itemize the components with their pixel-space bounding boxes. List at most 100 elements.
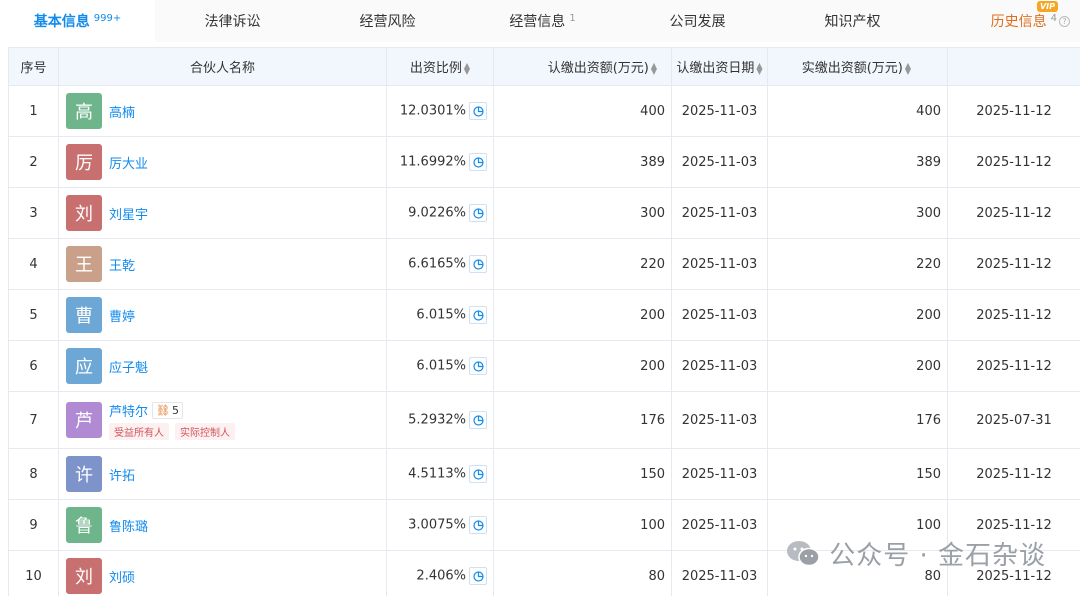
partner-name-link[interactable]: 鲁陈璐 — [109, 516, 148, 535]
paid-amount: 150 — [767, 448, 948, 500]
partner-cell: 应应子魁 — [58, 340, 387, 392]
avatar[interactable]: 许 — [66, 456, 102, 492]
tab-basic-info[interactable]: 基本信息 999+ — [0, 0, 155, 42]
row-number: 2 — [8, 136, 59, 188]
avatar[interactable]: 高 — [66, 93, 102, 129]
pie-chart-icon[interactable] — [469, 102, 487, 120]
ratio-value: 6.015% — [416, 307, 466, 323]
sort-icon[interactable]: ▲ ▼ — [756, 61, 762, 75]
subscribed-amount: 200 — [493, 340, 672, 392]
pie-chart-icon[interactable] — [469, 567, 487, 585]
row-number: 1 — [8, 85, 59, 137]
paid-amount: 389 — [767, 136, 948, 188]
paid-amount: 300 — [767, 187, 948, 239]
subscribed-amount: 100 — [493, 499, 672, 551]
avatar[interactable]: 刘 — [66, 558, 102, 594]
sort-icon[interactable]: ▲ ▼ — [651, 61, 657, 75]
avatar[interactable]: 王 — [66, 246, 102, 282]
partner-name-link[interactable]: 许拓 — [109, 465, 135, 484]
header-ratio-label: 出资比例 — [409, 61, 462, 76]
partner-name-link[interactable]: 王乾 — [109, 255, 135, 274]
watermark-text: 公众号 · 金石杂谈 — [829, 541, 1046, 571]
pie-chart-icon[interactable] — [469, 411, 487, 429]
ratio-value: 5.2932% — [408, 412, 466, 428]
subscribed-amount: 80 — [493, 550, 672, 596]
table-row: 4 王王乾 6.6165% 220 2025-11-03 220 2025-11-12 — [8, 238, 1080, 290]
header-name: 合伙人名称 — [58, 47, 387, 86]
partner-name-link[interactable]: 高楠 — [109, 102, 135, 121]
partner-table: 序号 合伙人名称 出资比例 ▲ ▼ 认缴出资额(万元) ▲ ▼ 认缴出资日期 ▲ ▼ 实缴出… — [8, 47, 1080, 596]
partner-name-link[interactable]: 刘硕 — [109, 567, 135, 586]
partner-name-link[interactable]: 厉大业 — [109, 153, 148, 172]
header-ratio[interactable]: 出资比例 ▲ ▼ — [386, 47, 494, 86]
pie-chart-icon[interactable] — [469, 204, 487, 222]
help-icon[interactable]: ? — [1059, 15, 1070, 27]
wechat-icon — [787, 540, 820, 566]
tab-ip[interactable]: 知识产权 — [775, 0, 930, 42]
tab-business-risk[interactable]: 经营风险 — [310, 0, 465, 42]
vip-badge: VIP — [1036, 1, 1058, 12]
relation-count: 5 — [171, 403, 179, 417]
partner-cell: 芦芦特尔 ⛓ 5 受益所有人 实际控制人 — [58, 391, 387, 449]
tab-history[interactable]: VIP 历史信息 4 ? — [930, 0, 1080, 42]
ratio-value: 11.6992% — [399, 154, 466, 170]
paid-date: 2025-11-12 — [947, 136, 1080, 188]
subscribed-date: 2025-11-03 — [671, 340, 768, 392]
ratio-value: 9.0226% — [408, 205, 466, 221]
ratio-cell: 2.406% — [386, 550, 494, 596]
ratio-value: 2.406% — [416, 568, 466, 584]
table-row: 3 刘刘星宇 9.0226% 300 2025-11-03 300 2025-11-12 — [8, 187, 1080, 239]
tab-label: 历史信息 — [990, 14, 1047, 30]
ratio-cell: 5.2932% — [386, 391, 494, 449]
pie-chart-icon[interactable] — [469, 306, 487, 324]
ratio-cell: 9.0226% — [386, 187, 494, 239]
pie-chart-icon[interactable] — [469, 153, 487, 171]
subscribed-amount: 300 — [493, 187, 672, 239]
role-tag: 受益所有人 — [109, 422, 169, 440]
ratio-cell: 4.5113% — [386, 448, 494, 500]
sort-icon[interactable]: ▲ ▼ — [464, 61, 470, 75]
ratio-value: 6.6165% — [408, 256, 466, 272]
ratio-cell: 6.015% — [386, 289, 494, 341]
pie-chart-icon[interactable] — [469, 465, 487, 483]
avatar[interactable]: 厉 — [66, 144, 102, 180]
paid-amount: 200 — [767, 289, 948, 341]
partner-name-link[interactable]: 芦特尔 — [109, 401, 148, 420]
role-tag: 实际控制人 — [175, 422, 235, 440]
ratio-value: 6.015% — [416, 358, 466, 374]
avatar[interactable]: 刘 — [66, 195, 102, 231]
pie-chart-icon[interactable] — [469, 357, 487, 375]
paid-date: 2025-11-12 — [947, 289, 1080, 341]
header-subscribed-label: 认缴出资额(万元) — [547, 61, 649, 76]
relation-badge[interactable]: ⛓ 5 — [152, 401, 183, 419]
paid-amount: 176 — [767, 391, 948, 449]
avatar[interactable]: 芦 — [66, 402, 102, 438]
subscribed-date: 2025-11-03 — [671, 136, 768, 188]
partner-name-link[interactable]: 刘星宇 — [109, 204, 148, 223]
tab-business-info[interactable]: 经营信息 1 — [465, 0, 620, 42]
partner-name-link[interactable]: 曹婷 — [109, 306, 135, 325]
partner-cell: 鲁鲁陈璐 — [58, 499, 387, 551]
row-number: 6 — [8, 340, 59, 392]
avatar[interactable]: 应 — [66, 348, 102, 384]
header-paid[interactable]: 实缴出资额(万元) ▲ ▼ — [767, 47, 948, 86]
paid-date: 2025-11-12 — [947, 340, 1080, 392]
pie-chart-icon[interactable] — [469, 255, 487, 273]
paid-amount: 200 — [767, 340, 948, 392]
tag-list: 受益所有人 实际控制人 — [109, 422, 241, 440]
watermark: 公众号 · 金石杂谈 — [785, 535, 1046, 572]
tab-legal[interactable]: 法律诉讼 — [155, 0, 310, 42]
paid-date: 2025-11-12 — [947, 187, 1080, 239]
avatar[interactable]: 曹 — [66, 297, 102, 333]
sort-icon[interactable]: ▲ ▼ — [905, 61, 911, 75]
avatar[interactable]: 鲁 — [66, 507, 102, 543]
subscribed-amount: 150 — [493, 448, 672, 500]
header-subscribed[interactable]: 认缴出资额(万元) ▲ ▼ — [493, 47, 672, 86]
ratio-cell: 6.015% — [386, 340, 494, 392]
table-row: 8 许许拓 4.5113% 150 2025-11-03 150 2025-11-12 — [8, 448, 1080, 500]
partner-name-link[interactable]: 应子魁 — [109, 357, 148, 376]
subscribed-amount: 200 — [493, 289, 672, 341]
pie-chart-icon[interactable] — [469, 516, 487, 534]
header-subscribed-date[interactable]: 认缴出资日期 ▲ ▼ — [671, 47, 768, 86]
tab-development[interactable]: 公司发展 — [620, 0, 775, 42]
